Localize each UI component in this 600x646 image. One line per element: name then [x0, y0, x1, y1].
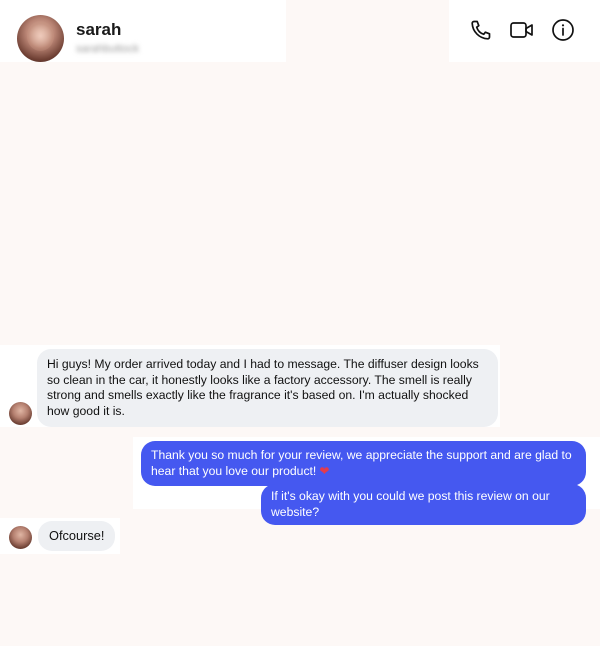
contact-handle: sarahbuttock [76, 43, 139, 55]
sender-avatar [9, 526, 32, 549]
message-row-incoming: Hi guys! My order arrived today and I ha… [0, 345, 500, 427]
sender-avatar [9, 402, 32, 425]
message-group-outgoing: Thank you so much for your review, we ap… [133, 437, 600, 525]
contact-name[interactable]: sarah [76, 20, 121, 40]
phone-icon[interactable] [468, 17, 494, 43]
message-bubble-incoming[interactable]: Ofcourse! [38, 521, 116, 551]
message-bubble-incoming[interactable]: Hi guys! My order arrived today and I ha… [37, 349, 498, 427]
video-camera-icon[interactable] [509, 17, 535, 43]
heart-emoji-icon: ❤ [319, 463, 330, 478]
message-bubble-outgoing[interactable]: If it's okay with you could we post this… [261, 484, 586, 525]
message-row-incoming: Ofcourse! [0, 518, 120, 554]
message-bubble-outgoing[interactable]: Thank you so much for your review, we ap… [141, 441, 586, 486]
chat-header: sarah sarahbuttock [0, 0, 286, 62]
header-actions [449, 0, 600, 62]
info-icon[interactable] [550, 17, 576, 43]
message-text: Thank you so much for your review, we ap… [151, 448, 572, 478]
contact-avatar[interactable] [17, 15, 64, 62]
